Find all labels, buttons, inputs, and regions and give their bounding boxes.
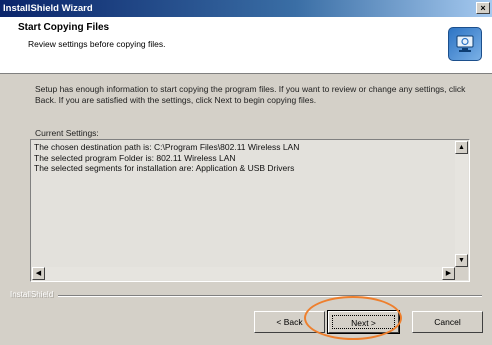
close-button[interactable]: × <box>476 2 490 14</box>
current-settings-textbox[interactable]: The chosen destination path is: C:\Progr… <box>30 139 470 282</box>
current-settings-label: Current Settings: <box>35 128 99 138</box>
vertical-scrollbar[interactable]: ▲ ▼ <box>455 141 468 267</box>
footer-divider <box>58 295 482 297</box>
title-bar[interactable]: InstallShield Wizard × <box>0 0 492 17</box>
destination-path-line: The chosen destination path is: C:\Progr… <box>34 142 300 152</box>
next-button-highlight-circle <box>304 296 402 340</box>
scroll-right-button[interactable]: ▶ <box>442 267 455 280</box>
settings-lines: The chosen destination path is: C:\Progr… <box>34 142 299 174</box>
scroll-up-button[interactable]: ▲ <box>455 141 468 154</box>
intro-text: Setup has enough information to start co… <box>35 84 466 105</box>
wizard-header: Start Copying Files Review settings befo… <box>0 17 492 74</box>
cancel-button[interactable]: Cancel <box>412 311 483 333</box>
scroll-down-button[interactable]: ▼ <box>455 254 468 267</box>
page-subtitle: Review settings before copying files. <box>28 39 166 49</box>
page-title: Start Copying Files <box>18 22 110 33</box>
installshield-brand-label: InstallShield <box>10 290 54 299</box>
program-folder-line: The selected program Folder is: 802.11 W… <box>34 152 236 163</box>
installshield-computer-icon <box>448 27 482 61</box>
scrollbar-corner <box>455 267 468 280</box>
segments-line: The selected segments for installation a… <box>34 163 295 173</box>
horizontal-scrollbar[interactable]: ◀ ▶ <box>32 267 455 280</box>
installshield-wizard-window: InstallShield Wizard × Start Copying Fil… <box>0 0 492 345</box>
scroll-left-button[interactable]: ◀ <box>32 267 45 280</box>
window-title: InstallShield Wizard <box>3 3 93 14</box>
